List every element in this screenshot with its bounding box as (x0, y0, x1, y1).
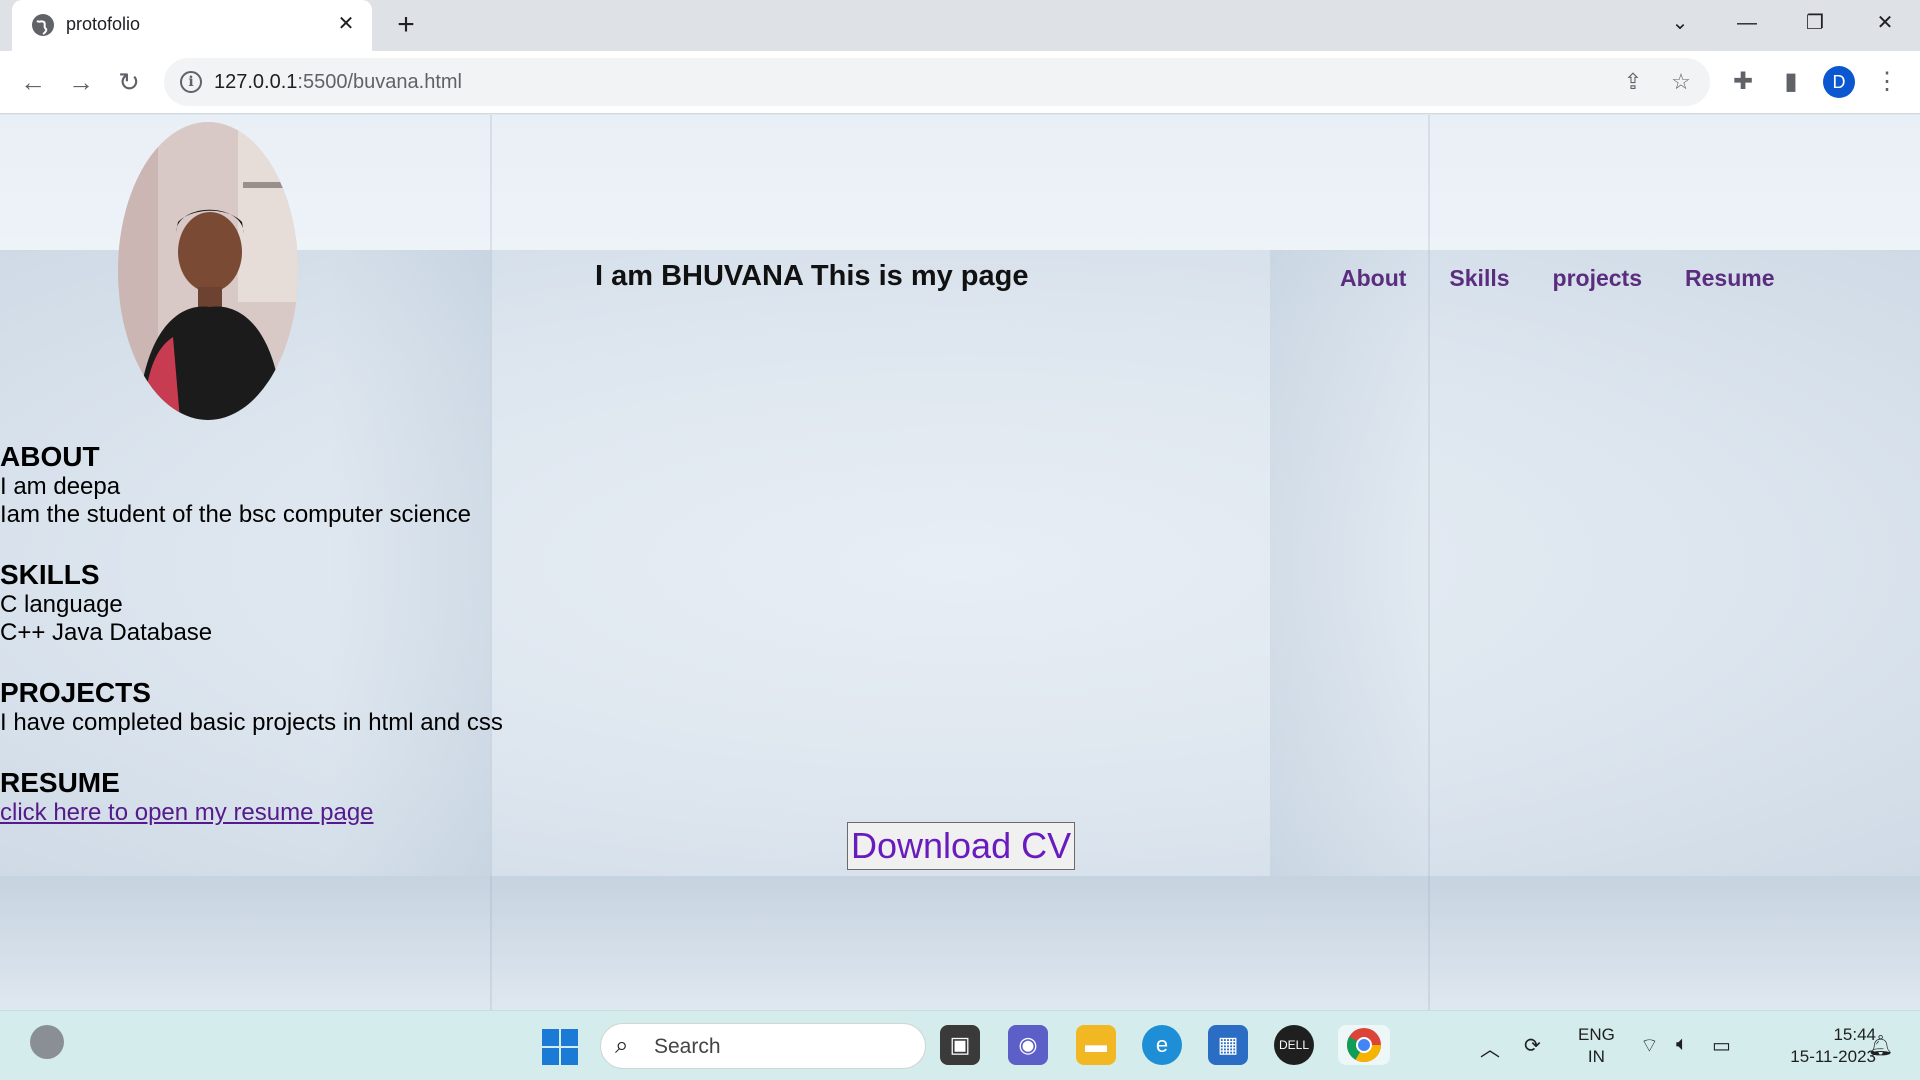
page-viewport: I am BHUVANA This is my page About Skill… (0, 115, 1920, 1010)
nav-projects-link[interactable]: projects (1553, 265, 1642, 292)
region-code: IN (1587, 1047, 1605, 1066)
task-view-icon[interactable]: ▣ (940, 1025, 980, 1065)
skills-line: C language (0, 591, 123, 618)
taskbar-search-placeholder: Search (654, 1035, 721, 1058)
wifi-icon[interactable]: ⌔ (1640, 1033, 1659, 1058)
volume-icon[interactable]: 🔈︎ (1676, 1033, 1688, 1056)
tab-title: protofolio (66, 14, 141, 34)
clock[interactable]: 15:44 15-11-2023 (1760, 1024, 1876, 1068)
chevron-up-icon[interactable]: ︿ (1480, 1033, 1500, 1062)
background-divider (1428, 115, 1430, 1010)
url-text[interactable]: 127.0.0.1:5500/buvana.html (214, 71, 462, 94)
browser-tab[interactable]: protofolio ✕ (12, 0, 372, 51)
extensions-icon[interactable]: ✚ (1726, 65, 1760, 99)
language-code: ENG (1578, 1025, 1615, 1044)
page-content: ABOUT I am deepa Iam the student of the … (0, 441, 600, 827)
share-icon[interactable]: ⇪ (1620, 69, 1646, 95)
tab-bar: protofolio ✕ + ⌄ — ❐ ✕ (0, 0, 1920, 51)
browser-toolbar: ← → ↻ i 127.0.0.1:5500/buvana.html ⇪ ☆ ✚… (0, 51, 1920, 114)
side-panel-icon[interactable]: ▮ (1774, 65, 1808, 99)
address-bar[interactable]: i 127.0.0.1:5500/buvana.html ⇪ ☆ (164, 58, 1710, 106)
clock-time: 15:44 (1833, 1025, 1876, 1044)
search-icon: ⌕ (615, 1032, 629, 1059)
background-band-bottom (0, 876, 1920, 1010)
language-indicator[interactable]: ENG IN (1578, 1024, 1615, 1068)
new-tab-button[interactable]: + (390, 10, 422, 42)
about-line: I am deepa (0, 473, 121, 500)
taskbar-search[interactable]: ⌕ Search (600, 1023, 926, 1069)
windows-start-icon[interactable] (542, 1029, 578, 1065)
nav-about-link[interactable]: About (1340, 265, 1406, 292)
projects-line: I have completed basic projects in html … (0, 709, 503, 736)
profile-photo (118, 122, 298, 420)
menu-icon[interactable]: ⋮ (1870, 65, 1904, 99)
taskbar: ⌕ Search ▣ ◉ ▬ e ▦ DELL ︿ ⟳ ENG IN ⌔ 🔈︎ … (0, 1010, 1920, 1080)
close-window-button[interactable]: ✕ (1865, 8, 1905, 38)
restore-button[interactable]: ❐ (1795, 8, 1835, 38)
about-line: Iam the student of the bsc computer scie… (0, 501, 471, 528)
bookmark-star-icon[interactable]: ☆ (1668, 69, 1694, 95)
close-tab-icon[interactable]: ✕ (334, 12, 358, 36)
reload-icon[interactable]: ↻ (112, 65, 146, 99)
tab-search-icon[interactable]: ⌄ (1660, 8, 1700, 38)
globe-icon (32, 14, 54, 36)
chrome-icon[interactable] (1338, 1025, 1390, 1065)
nav-resume-link[interactable]: Resume (1685, 265, 1774, 292)
notification-bell-icon[interactable]: 🔔︎ (1868, 1033, 1893, 1058)
about-title: ABOUT (0, 441, 100, 472)
microsoft-store-icon[interactable]: ▦ (1208, 1025, 1248, 1065)
edge-icon[interactable]: e (1142, 1025, 1182, 1065)
file-explorer-icon[interactable]: ▬ (1076, 1025, 1116, 1065)
teams-chat-icon[interactable]: ◉ (1008, 1025, 1048, 1065)
projects-title: PROJECTS (0, 677, 151, 708)
sync-icon[interactable]: ⟳ (1524, 1033, 1541, 1058)
minimize-button[interactable]: — (1727, 8, 1767, 38)
forward-icon[interactable]: → (64, 65, 98, 99)
clock-date: 15-11-2023 (1790, 1047, 1876, 1066)
profile-avatar[interactable]: D (1823, 66, 1855, 98)
url-host: 127.0.0.1 (214, 71, 298, 93)
nav-skills-link[interactable]: Skills (1449, 265, 1509, 292)
skills-line: C++ Java Database (0, 619, 213, 646)
resume-link[interactable]: click here to open my resume page (0, 799, 374, 826)
site-info-icon[interactable]: i (180, 71, 202, 93)
skills-title: SKILLS (0, 559, 100, 590)
download-cv-button[interactable]: Download CV (847, 822, 1076, 870)
weather-icon[interactable] (30, 1025, 64, 1059)
background-shadow-right (1270, 250, 1430, 876)
url-path: :5500/buvana.html (297, 71, 462, 93)
battery-icon[interactable]: ▭ (1712, 1033, 1731, 1058)
dell-icon[interactable]: DELL (1274, 1025, 1314, 1065)
page-heading: I am BHUVANA This is my page (595, 260, 1029, 292)
back-icon[interactable]: ← (16, 65, 50, 99)
resume-title: RESUME (0, 767, 120, 798)
top-navigation: About Skills projects Resume (1340, 265, 1818, 292)
